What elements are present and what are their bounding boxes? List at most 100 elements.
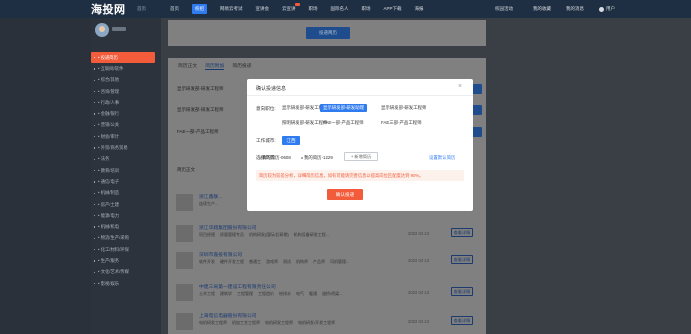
position-option-selected[interactable]: 显示研发部-研发助理 (320, 104, 367, 112)
company-tag: 项目经理 (199, 232, 215, 237)
company-name[interactable]: 上海电信电器股份有限公司 (199, 312, 257, 319)
nav-talk[interactable]: 宣讲会 (256, 6, 270, 12)
main-nav: 首页 校招 网易云考试 宣讲会 云宣讲 职场 国际名人 职场 APP下载 海报 (170, 0, 437, 18)
nav-home[interactable]: 首页 (170, 6, 179, 12)
nav-exam[interactable]: 网易云考试 (220, 6, 243, 12)
radio-icon (259, 157, 261, 159)
warning-banner: 简历较为较差分析，详细简历信息，如有可能请完善信息以提高岗位匹配度达到 90%。 (256, 170, 464, 181)
modal-divider (247, 95, 473, 96)
view-details-button[interactable]: 查看详情 (451, 228, 473, 237)
add-resume-button[interactable]: + 新增简历 (344, 152, 378, 161)
company-row[interactable]: 中建三局第一建设工程有限责任公司 土木工程 建筑学 工程管理 工程造价 给排水 … (172, 281, 482, 307)
company-tag: 建筑学 (220, 291, 232, 296)
company-logo (176, 225, 193, 242)
company-tag: 工程管理 (237, 291, 253, 296)
company-tags: 软件开发 硬件开发工程 普通工 游戏师 测试 机构师 产品师 司机管理... (199, 259, 354, 265)
company-name[interactable]: 中建三局第一建设工程有限责任公司 (199, 283, 276, 290)
sidebar-item[interactable]: • 外贸/商务贸易 (91, 142, 161, 153)
sidebar-item[interactable]: • 财会/审计 (91, 131, 161, 142)
company-row[interactable]: 上海电信电器股份有限公司 电机研发工程师 机加工艺工程师 电机研发工程师 电机研… (172, 310, 482, 334)
position-option[interactable]: FAE三部-产品工程师 (381, 119, 422, 127)
avatar-name-placeholder (112, 27, 126, 31)
view-details-button[interactable]: 查看详情 (451, 316, 473, 325)
nav-cloud-talk[interactable]: 云宣讲 (282, 3, 300, 12)
sidebar-item[interactable]: • 生产/服务 (91, 255, 161, 266)
site-logo[interactable]: 海投网 (91, 1, 126, 17)
sidebar-item[interactable]: • 行政/人事 (91, 97, 161, 108)
company-name[interactable]: 浙江鑫联... (199, 193, 222, 200)
company-tag: 工程造价 (258, 291, 274, 296)
bg-position-1: 显示研发部-研发工程师 (177, 86, 224, 91)
city-option-selected[interactable]: 江西 (282, 136, 300, 145)
resume-option[interactable]: 我的简历-1229 (301, 155, 333, 161)
nav-campus[interactable]: 校招 (192, 4, 207, 14)
sidebar-item[interactable]: • 机械/机电 (91, 221, 161, 232)
tab-resume-apply[interactable]: 简历投递 (232, 62, 251, 70)
sidebar-item[interactable]: • 机械/制造 (91, 188, 161, 199)
company-tag: 软件开发 (199, 259, 215, 264)
company-tag: 游戏师 (266, 259, 278, 264)
avatar[interactable] (95, 23, 109, 37)
company-tag: 暖通 (309, 291, 317, 296)
sidebar-item[interactable]: • 文化/艺术/传媒 (91, 267, 161, 278)
tab-resume-attach[interactable]: 简历附加 (205, 62, 225, 70)
sidebar-item[interactable]: • 影视/娱乐 (91, 278, 161, 289)
user-avatar-icon (599, 6, 604, 12)
sidebar-item[interactable]: • 金融/银行 (91, 108, 161, 119)
nav-celebrity[interactable]: 国际名人 (331, 6, 349, 12)
sidebar-item[interactable]: • 物流/生产/采购 (91, 233, 161, 244)
favorites-link[interactable]: 我的收藏 (533, 0, 551, 18)
position-option[interactable]: 照明研发部-研发工程师 (282, 119, 327, 127)
position-option[interactable]: 显示研发部-研发工程师 (381, 104, 426, 112)
nav-career[interactable]: 职场 (362, 6, 371, 12)
position-option[interactable]: FAE一部-产品工程师 (323, 119, 364, 127)
position-label: 意向职位: (256, 106, 276, 111)
sidebar-item[interactable]: • 综合/其他 (91, 75, 161, 86)
company-logo (176, 194, 193, 211)
tab-resume-main[interactable]: 简历正文 (178, 62, 197, 70)
sidebar-item[interactable]: • 互联网/软件 (91, 63, 161, 74)
company-row[interactable]: 深圳市嘉投有限公司 软件开发 硬件开发工程 普通工 游戏师 测试 机构师 产品师… (172, 249, 482, 275)
sidebar-item[interactable]: • 通信/电子 (91, 176, 161, 187)
company-tag: 产品师 (313, 259, 325, 264)
confirm-apply-button[interactable]: 确认投递 (327, 189, 363, 200)
view-details-button[interactable]: 查看详情 (451, 255, 473, 264)
sidebar-item[interactable]: • 房产/土建 (91, 199, 161, 210)
nav-poster[interactable]: 海报 (415, 6, 424, 12)
sidebar-item[interactable]: • 教育/培训 (91, 165, 161, 176)
company-tag: 道桥/桥梁... (322, 291, 343, 296)
close-icon[interactable]: × (458, 83, 462, 90)
company-tag: 电机研发工程师 (265, 320, 293, 325)
bg-section-label: 简历正文 (177, 167, 195, 172)
campus-activity-link[interactable]: 校园活动 (495, 0, 513, 18)
messages-link[interactable]: 我的消息 (566, 0, 584, 18)
resume-option[interactable]: 我的简历-0608 (259, 155, 291, 161)
company-logo (176, 252, 193, 269)
sidebar-item[interactable]: • 法务 (91, 154, 161, 165)
resume-option-label: 我的简历-0608 (262, 155, 291, 160)
set-default-resume-link[interactable]: 设置默认简历 (429, 155, 455, 161)
sidebar-item[interactable]: • 营销/公关 (91, 120, 161, 131)
sidebar-item[interactable]: • 咨询/管理 (91, 86, 161, 97)
view-details-button[interactable]: 查看详情 (451, 287, 473, 296)
company-tag: 电机研发工程师 (199, 320, 227, 325)
company-tag: 质量管理专员 (220, 232, 244, 237)
bg-position-2: 显示研发部-研发工程师 (177, 107, 224, 112)
company-tag: 连续生产... (199, 201, 219, 206)
company-name[interactable]: 浙江华翔集团股份有限公司 (199, 224, 257, 231)
nav-workplace[interactable]: 职场 (309, 6, 318, 12)
company-row[interactable]: 浙江华翔集团股份有限公司 项目经理 质量管理专员 机构研发(国际/后研期) 机构… (172, 222, 482, 248)
sidebar-item[interactable]: • 能源/电力 (91, 210, 161, 221)
apply-resume-button-bg[interactable]: 投递简历 (306, 27, 350, 39)
nav-app-download[interactable]: APP下载 (384, 6, 402, 12)
company-tag: 土木工程 (199, 291, 215, 296)
sidebar-item[interactable]: • 化工/材料/环保 (91, 244, 161, 255)
sidebar-item-apply[interactable]: • 投递简历 (91, 52, 155, 64)
company-date: 2022 04 13 (408, 231, 429, 236)
company-tags: 连续生产... (199, 201, 223, 207)
home-link[interactable]: 首页 (137, 6, 146, 12)
user-menu[interactable]: 用户 (599, 0, 615, 18)
company-date: 2022 04 13 (408, 258, 429, 263)
company-name[interactable]: 深圳市嘉投有限公司 (199, 251, 242, 258)
bg-position-3: FAE一部-产品工程师 (177, 129, 219, 134)
